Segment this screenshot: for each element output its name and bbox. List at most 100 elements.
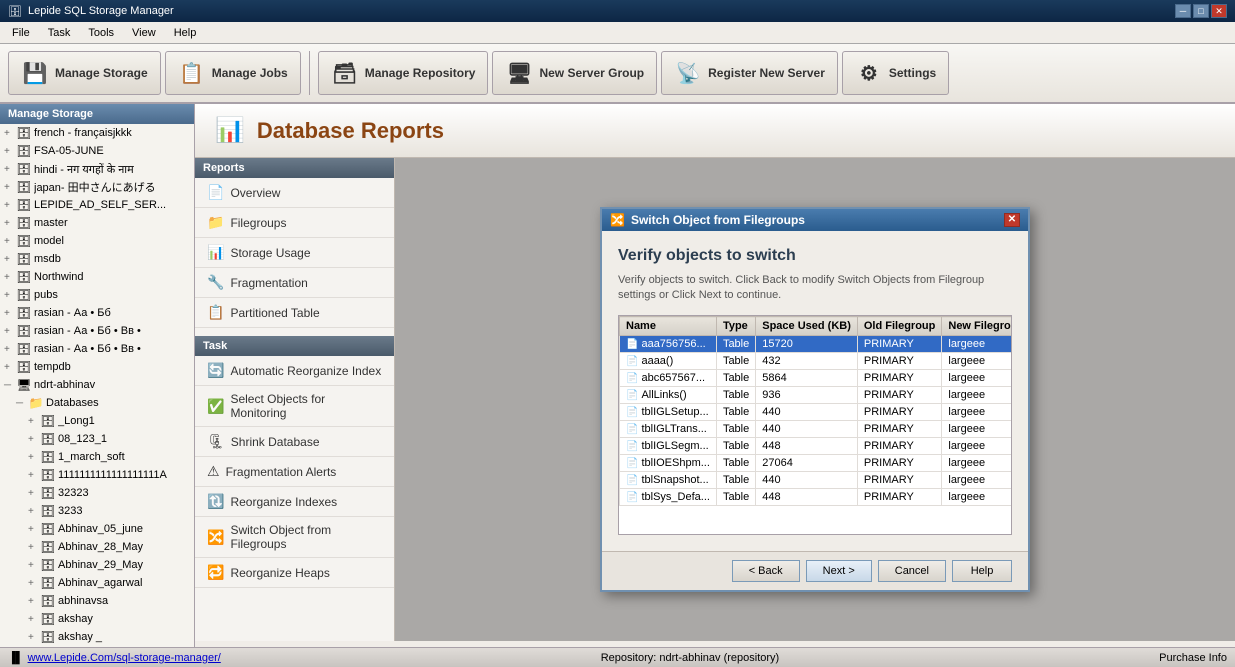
tree-item[interactable]: + 🗄 Abhinav_05_june <box>0 520 194 538</box>
tree-item[interactable]: + 🗄 Abhinav_29_May <box>0 556 194 574</box>
tree-item[interactable]: + 🗄 msdb <box>0 250 194 268</box>
tree-item[interactable]: + 🗄 akshay <box>0 610 194 628</box>
cancel-button[interactable]: Cancel <box>878 560 946 582</box>
nav-partitioned-table[interactable]: 📋 Partitioned Table <box>195 298 394 328</box>
partitioned-table-icon: 📋 <box>207 304 224 321</box>
manage-repo-button[interactable]: 🗃 Manage Repository <box>318 51 489 95</box>
nav-fragmentation[interactable]: 🔧 Fragmentation <box>195 268 394 298</box>
cell-space: 5864 <box>756 370 858 387</box>
nav-fragmentation-label: Fragmentation <box>230 276 307 290</box>
tree-item[interactable]: + 🗄 abhinavsa <box>0 592 194 610</box>
nav-select-objects[interactable]: ✅ Select Objects for Monitoring <box>195 386 394 427</box>
left-panel: Reports 📄 Overview 📁 Filegroups 📊 Storag… <box>195 158 395 641</box>
nav-partitioned-table-label: Partitioned Table <box>230 306 319 320</box>
tree-item[interactable]: + 🗄 LEPIDE_AD_SELF_SER... <box>0 196 194 214</box>
register-new-server-button[interactable]: 📡 Register New Server <box>661 51 838 95</box>
tree-item[interactable]: + 🗄 3233 <box>0 502 194 520</box>
nav-reorganize-indexes[interactable]: 🔃 Reorganize Indexes <box>195 487 394 517</box>
tree-item[interactable]: + 🗄 pubs <box>0 286 194 304</box>
tree-item[interactable]: ─ 🖥 ndrt-abhinav <box>0 376 194 394</box>
tree-item[interactable]: + 🗄 master <box>0 214 194 232</box>
nav-auto-reorganize[interactable]: 🔄 Automatic Reorganize Index <box>195 356 394 386</box>
manage-storage-button[interactable]: 💾 Manage Storage <box>8 51 161 95</box>
tree-item[interactable]: + 🗄 tempdb <box>0 358 194 376</box>
settings-button[interactable]: ⚙ Settings <box>842 51 949 95</box>
cell-new-fg: largeee <box>942 404 1012 421</box>
nav-fragmentation-alerts[interactable]: ⚠ Fragmentation Alerts <box>195 457 394 487</box>
tree-item[interactable]: + 🗄 08_123_1 <box>0 430 194 448</box>
register-new-server-icon: 📡 <box>674 59 702 87</box>
tree-item[interactable]: + 🗄 french - françaisjkkk <box>0 124 194 142</box>
website-link[interactable]: www.Lepide.Com/sql-storage-manager/ <box>28 652 221 664</box>
table-row[interactable]: 📄tblSys_Defa... Table 448 PRIMARY largee… <box>620 489 1013 506</box>
manage-jobs-button[interactable]: 📋 Manage Jobs <box>165 51 301 95</box>
nav-switch-object[interactable]: 🔀 Switch Object from Filegroups <box>195 517 394 558</box>
tree-item[interactable]: + 🗄 1_march_soft <box>0 448 194 466</box>
menu-bar: File Task Tools View Help <box>0 22 1235 44</box>
task-header: Task <box>195 336 394 356</box>
tree-item[interactable]: + 🗄 japan- 田中さんにあげる <box>0 178 194 196</box>
table-row[interactable]: 📄tblIGLSetup... Table 440 PRIMARY largee… <box>620 404 1013 421</box>
tree-item[interactable]: + 🗄 Northwind <box>0 268 194 286</box>
tree-item[interactable]: ─ 📁 Databases <box>0 394 194 412</box>
nav-reorganize-heaps[interactable]: 🔁 Reorganize Heaps <box>195 558 394 588</box>
tree-item[interactable]: + 🗄 Abhinav_28_May <box>0 538 194 556</box>
cell-type: Table <box>716 438 755 455</box>
back-button[interactable]: < Back <box>732 560 800 582</box>
table-row[interactable]: 📄tblSnapshot... Table 440 PRIMARY largee… <box>620 472 1013 489</box>
cell-old-fg: PRIMARY <box>857 404 942 421</box>
nav-shrink-database[interactable]: 🗜 Shrink Database <box>195 427 394 457</box>
switch-object-modal: 🔀 Switch Object from Filegroups ✕ Verify… <box>600 207 1030 593</box>
nav-storage-usage[interactable]: 📊 Storage Usage <box>195 238 394 268</box>
cell-type: Table <box>716 387 755 404</box>
col-new-fg: New Filegroup <box>942 317 1012 336</box>
maximize-button[interactable]: □ <box>1193 4 1209 18</box>
cell-new-fg: largeee <box>942 353 1012 370</box>
table-row[interactable]: 📄AllLinks() Table 936 PRIMARY largeee <box>620 387 1013 404</box>
close-button[interactable]: ✕ <box>1211 4 1227 18</box>
cell-old-fg: PRIMARY <box>857 336 942 353</box>
tree-item[interactable]: + 🗄 rasian - Аа • Бб <box>0 304 194 322</box>
menu-tools[interactable]: Tools <box>80 25 122 41</box>
tree-item[interactable]: + 🗄 32323 <box>0 484 194 502</box>
task-section: Task 🔄 Automatic Reorganize Index ✅ Sele… <box>195 336 394 588</box>
modal-title-icon: 🔀 <box>610 213 625 227</box>
new-server-group-button[interactable]: 🖥 New Server Group <box>492 51 657 95</box>
nav-overview[interactable]: 📄 Overview <box>195 178 394 208</box>
menu-help[interactable]: Help <box>166 25 205 41</box>
cell-old-fg: PRIMARY <box>857 387 942 404</box>
cell-old-fg: PRIMARY <box>857 421 942 438</box>
tree-item[interactable]: + 🗄 dafds <box>0 646 194 647</box>
next-button[interactable]: Next > <box>806 560 872 582</box>
table-row[interactable]: 📄abc657567... Table 5864 PRIMARY largeee <box>620 370 1013 387</box>
db-icon: 🗄 <box>16 125 32 141</box>
nav-filegroups[interactable]: 📁 Filegroups <box>195 208 394 238</box>
tree-item[interactable]: + 🗄 hindi - नग यगहों के नाम <box>0 160 194 178</box>
minimize-button[interactable]: ─ <box>1175 4 1191 18</box>
menu-view[interactable]: View <box>124 25 164 41</box>
table-row[interactable]: 📄aaaa() Table 432 PRIMARY largeee <box>620 353 1013 370</box>
tree-item[interactable]: + 🗄 1111111111111111111A <box>0 466 194 484</box>
help-button[interactable]: Help <box>952 560 1012 582</box>
table-row[interactable]: 📄tblIOEShpm... Table 27064 PRIMARY large… <box>620 455 1013 472</box>
table-row[interactable]: 📄aaa756756... Table 15720 PRIMARY largee… <box>620 336 1013 353</box>
cell-space: 15720 <box>756 336 858 353</box>
settings-icon: ⚙ <box>855 59 883 87</box>
manage-jobs-label: Manage Jobs <box>212 66 288 80</box>
tree-item[interactable]: + 🗄 rasian - Аа • Бб • Вв • <box>0 322 194 340</box>
table-row[interactable]: 📄tblIGLTrans... Table 440 PRIMARY largee… <box>620 421 1013 438</box>
tree-item[interactable]: + 🗄 rasian - Аа • Бб • Вв • <box>0 340 194 358</box>
menu-file[interactable]: File <box>4 25 38 41</box>
tree-item[interactable]: + 🗄 FSA-05-JUNE <box>0 142 194 160</box>
cell-space: 432 <box>756 353 858 370</box>
tree-item[interactable]: + 🗄 model <box>0 232 194 250</box>
fragmentation-icon: 🔧 <box>207 274 224 291</box>
modal-description: Verify objects to switch. Click Back to … <box>618 273 1012 304</box>
col-name: Name <box>620 317 717 336</box>
table-row[interactable]: 📄tblIGLSegm... Table 448 PRIMARY largeee <box>620 438 1013 455</box>
tree-item[interactable]: + 🗄 akshay _ <box>0 628 194 646</box>
modal-close-button[interactable]: ✕ <box>1004 213 1020 227</box>
tree-item[interactable]: + 🗄 _Long1 <box>0 412 194 430</box>
tree-item[interactable]: + 🗄 Abhinav_agarwal <box>0 574 194 592</box>
menu-task[interactable]: Task <box>40 25 79 41</box>
